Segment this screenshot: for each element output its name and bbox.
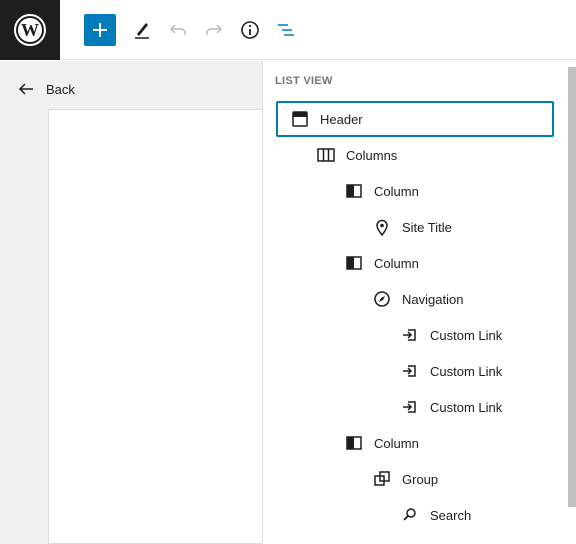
- list-item-navigation[interactable]: Navigation: [276, 281, 554, 317]
- list-item-label: Site Title: [402, 219, 452, 235]
- custom-link-icon: [398, 359, 422, 383]
- list-item-label: Custom Link: [430, 363, 503, 379]
- list-item-column[interactable]: Column: [276, 173, 554, 209]
- wordpress-logo-icon: W: [14, 14, 46, 46]
- back-label: Back: [46, 81, 75, 97]
- list-view-icon: [278, 24, 294, 36]
- compass-icon: [370, 287, 394, 311]
- list-view-button[interactable]: [270, 14, 302, 46]
- column-icon: [342, 251, 366, 275]
- list-view-panel: LIST VIEW Header Columns Column Site Tit…: [262, 61, 576, 544]
- list-item-label: Header: [320, 111, 363, 127]
- wordpress-logo-button[interactable]: W: [0, 0, 60, 60]
- list-item-columns[interactable]: Columns: [276, 137, 554, 173]
- column-icon: [342, 431, 366, 455]
- custom-link-icon: [398, 323, 422, 347]
- list-item-site-title[interactable]: Site Title: [276, 209, 554, 245]
- undo-button[interactable]: [162, 14, 194, 46]
- plus-icon: [93, 23, 107, 37]
- list-item-label: Column: [374, 435, 419, 451]
- template-part-icon: [288, 107, 312, 131]
- info-icon: [241, 21, 259, 39]
- list-item-custom-link[interactable]: Custom Link: [276, 317, 554, 353]
- list-item-search[interactable]: Search: [276, 497, 554, 533]
- pencil-icon: [135, 23, 149, 39]
- list-item-label: Column: [374, 183, 419, 199]
- redo-button[interactable]: [198, 14, 230, 46]
- list-item-label: Navigation: [402, 291, 464, 307]
- list-item-column[interactable]: Column: [276, 425, 554, 461]
- list-item-custom-link[interactable]: Custom Link: [276, 353, 554, 389]
- list-view-title: LIST VIEW: [275, 75, 333, 87]
- list-item-label: Search: [430, 507, 472, 523]
- block-tree: Header Columns Column Site Title Column: [276, 101, 554, 533]
- details-button[interactable]: [234, 14, 266, 46]
- column-icon: [342, 179, 366, 203]
- redo-icon: [206, 24, 223, 35]
- list-item-label: Custom Link: [430, 327, 503, 343]
- list-view-scrollbar[interactable]: [568, 67, 576, 507]
- undo-icon: [169, 24, 186, 35]
- columns-icon: [314, 143, 338, 167]
- list-item-group[interactable]: Group: [276, 461, 554, 497]
- list-item-column[interactable]: Column: [276, 245, 554, 281]
- group-icon: [370, 467, 394, 491]
- custom-link-icon: [398, 395, 422, 419]
- list-item-header[interactable]: Header: [276, 101, 554, 137]
- editor-canvas-area: Back: [0, 61, 262, 544]
- list-item-label: Group: [402, 471, 439, 487]
- list-item-label: Columns: [346, 147, 398, 163]
- editor-canvas[interactable]: [48, 109, 262, 544]
- arrow-left-icon: [18, 83, 33, 95]
- add-block-button[interactable]: [84, 14, 116, 46]
- list-item-custom-link[interactable]: Custom Link: [276, 389, 554, 425]
- back-button[interactable]: Back: [16, 79, 75, 99]
- edit-tool-button[interactable]: [126, 14, 158, 46]
- map-marker-icon: [370, 215, 394, 239]
- svg-text:W: W: [21, 20, 39, 40]
- editor-header: W: [0, 0, 576, 60]
- list-item-label: Custom Link: [430, 399, 503, 415]
- search-icon: [398, 503, 422, 527]
- list-item-label: Column: [374, 255, 419, 271]
